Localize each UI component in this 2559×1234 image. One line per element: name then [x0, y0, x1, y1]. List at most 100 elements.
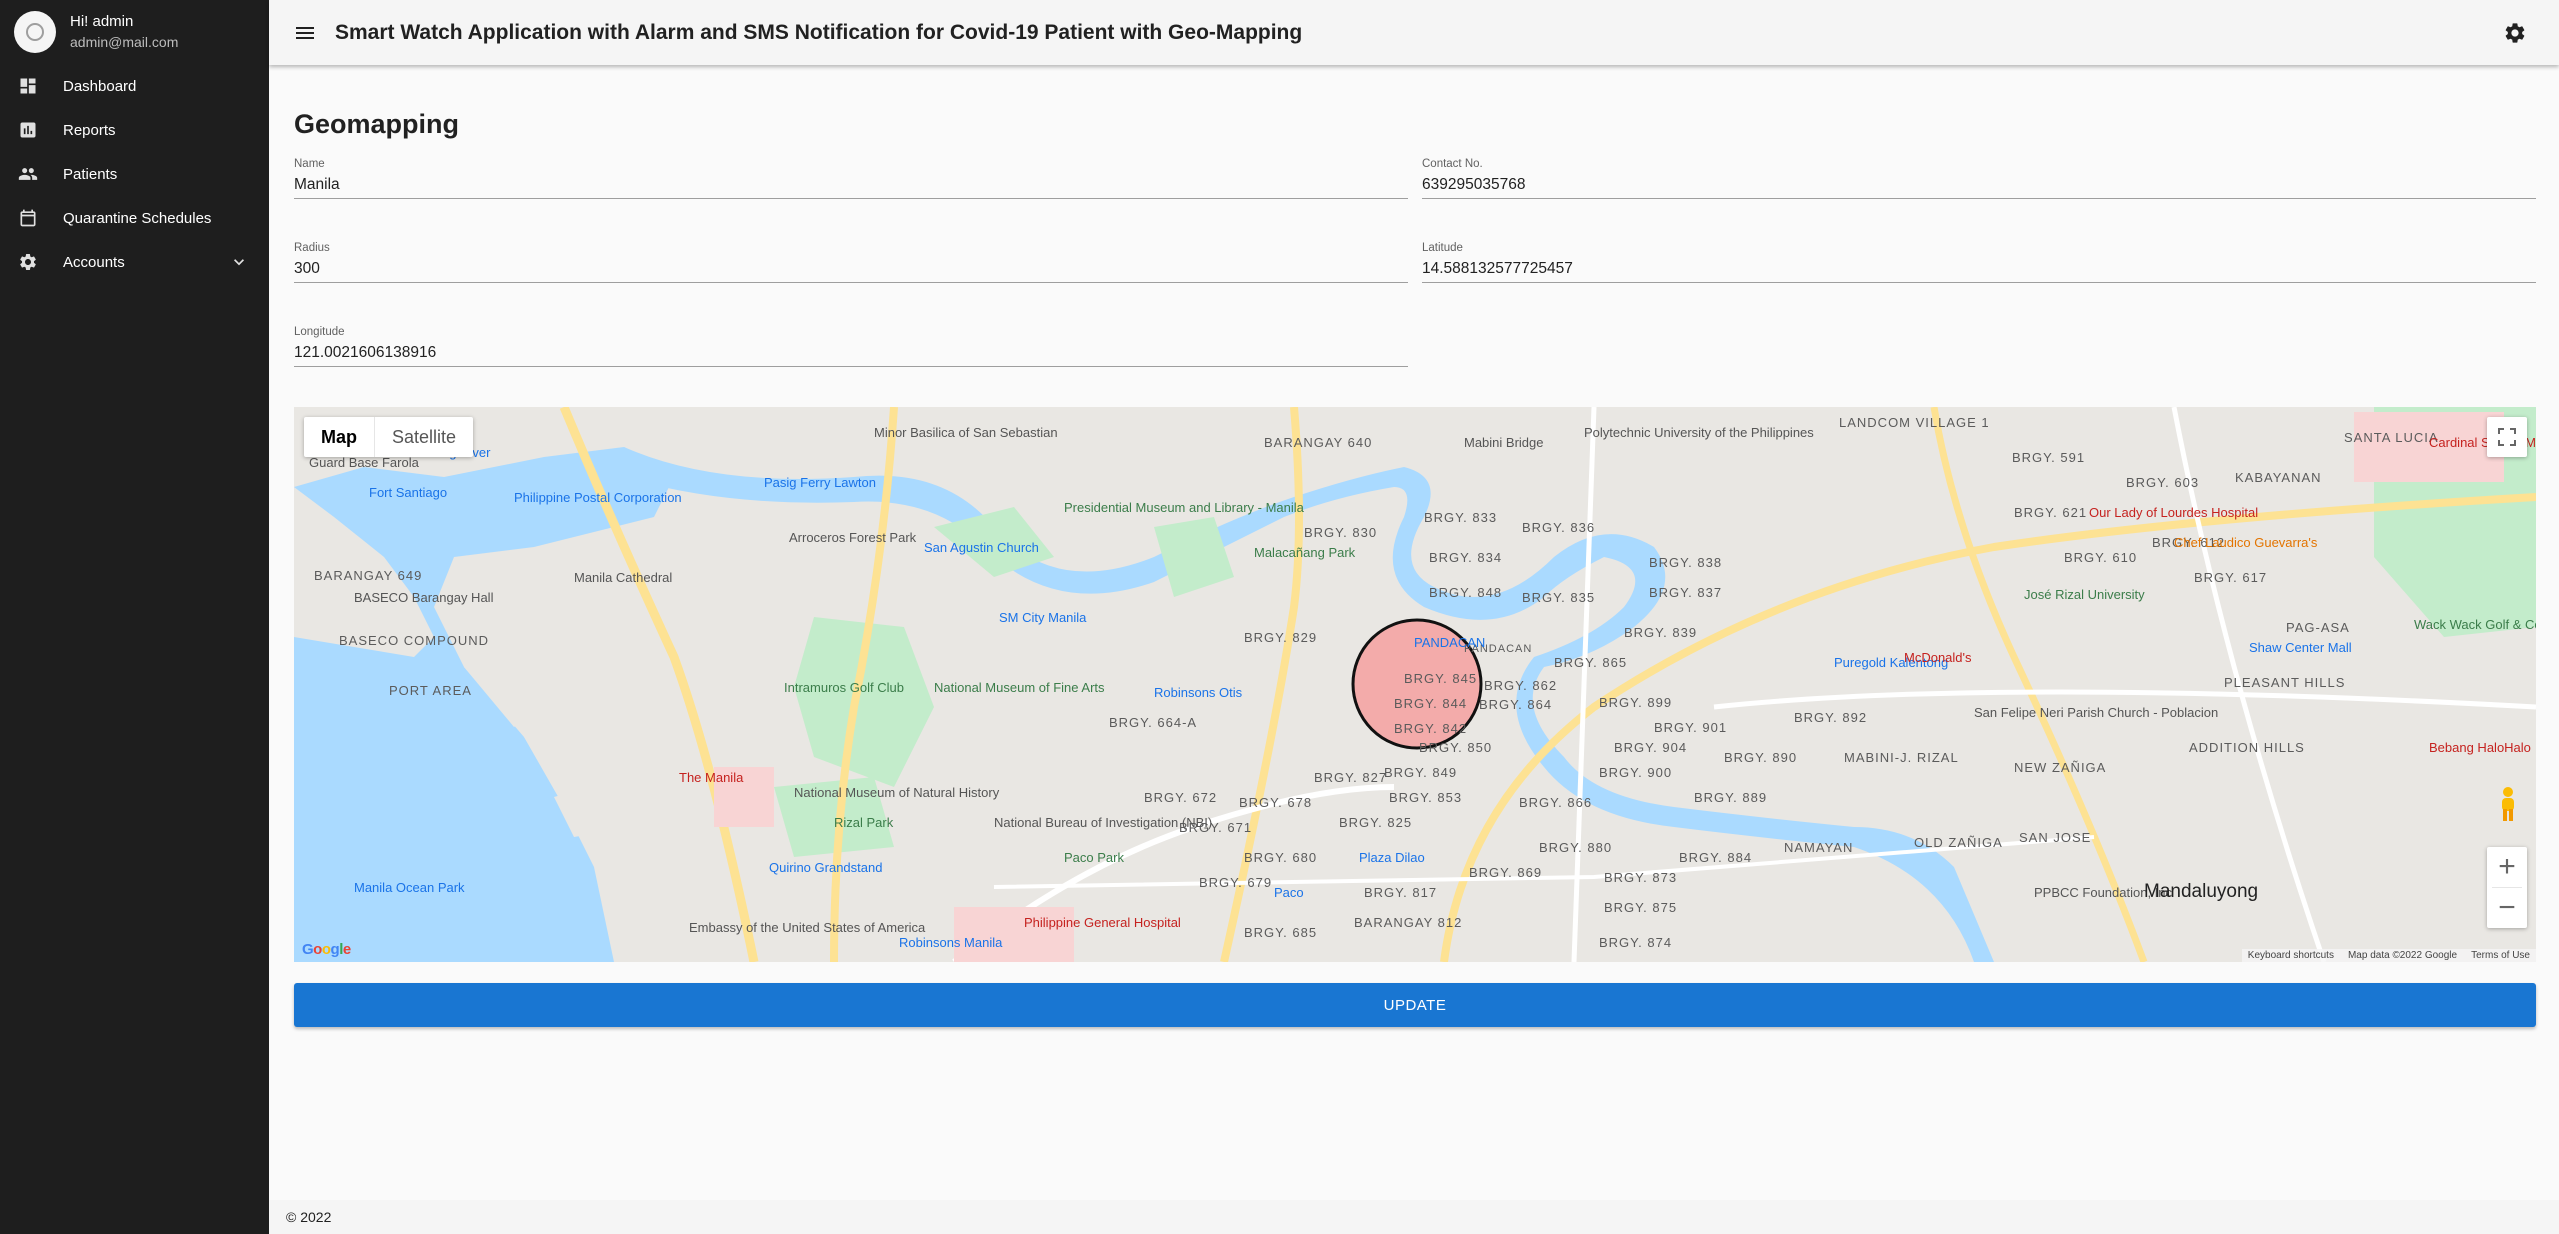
- map-label: BRGY. 844: [1394, 696, 1467, 711]
- map-label: Malacañang Park: [1254, 545, 1356, 560]
- map-label: The Manila: [679, 770, 744, 785]
- zoom-in-button[interactable]: +: [2487, 847, 2527, 887]
- update-button[interactable]: UPDATE: [294, 983, 2536, 1027]
- app-header: Smart Watch Application with Alarm and S…: [269, 0, 2559, 65]
- map-label: BRGY. 617: [2194, 570, 2267, 585]
- map-label: BRGY. 884: [1679, 850, 1752, 865]
- sidebar-item-accounts[interactable]: Accounts: [0, 240, 269, 284]
- map-label: KABAYANAN: [2235, 470, 2322, 485]
- fullscreen-icon: [2498, 428, 2516, 446]
- map-label: NAMAYAN: [1784, 840, 1853, 855]
- map-type-map-button[interactable]: Map: [304, 417, 375, 457]
- map-label: BRGY. 875: [1604, 900, 1677, 915]
- map-label: BRGY. 829: [1244, 630, 1317, 645]
- app-title: Smart Watch Application with Alarm and S…: [335, 20, 1303, 44]
- map-label: Paco: [1274, 885, 1304, 900]
- map-label: BRGY. 866: [1519, 795, 1592, 810]
- map-label: Pasig Ferry Lawton: [764, 475, 876, 490]
- latitude-field[interactable]: Latitude 14.588132577725457: [1422, 241, 2536, 283]
- map-label: BRGY. 874: [1599, 935, 1672, 950]
- calendar-icon: [20, 209, 36, 227]
- longitude-label: Longitude: [294, 326, 345, 338]
- map-label: National Museum of Fine Arts: [934, 680, 1105, 695]
- longitude-field[interactable]: Longitude 121.0021606138916: [294, 325, 1408, 367]
- terms-link[interactable]: Terms of Use: [2471, 950, 2530, 961]
- contact-field[interactable]: Contact No. 639295035768: [1422, 157, 2536, 199]
- map-label: BRGY. 837: [1649, 585, 1722, 600]
- user-profile[interactable]: Hi! admin admin@mail.com: [0, 0, 269, 64]
- map-label: Wack Wack Golf & Country Club: [2414, 617, 2536, 632]
- map-label: LANDCOM VILLAGE 1: [1839, 415, 1990, 430]
- map-label: BRGY. 833: [1424, 510, 1497, 525]
- map-label: BRGY. 834: [1429, 550, 1502, 565]
- map-data-text: Map data ©2022 Google: [2347, 950, 2458, 961]
- contact-label: Contact No.: [1422, 158, 1483, 170]
- map-label: Mabini Bridge: [1464, 435, 1544, 450]
- latitude-input[interactable]: 14.588132577725457: [1422, 258, 2536, 280]
- map-label: BASECO COMPOUND: [339, 633, 489, 648]
- bar-chart-icon: [20, 122, 36, 138]
- map-label: SANTA LUCIA: [2344, 430, 2439, 445]
- map-label: Presidential Museum and Library - Manila: [1064, 500, 1305, 515]
- sidebar-item-label: Quarantine Schedules: [63, 209, 212, 227]
- name-field[interactable]: Name Manila: [294, 157, 1408, 199]
- map-label: BRGY. 835: [1522, 590, 1595, 605]
- sidebar-item-quarantine-schedules[interactable]: Quarantine Schedules: [0, 196, 269, 240]
- fullscreen-button[interactable]: [2487, 417, 2527, 457]
- longitude-input[interactable]: 121.0021606138916: [294, 342, 1408, 364]
- main-content: Geomapping Name Manila Contact No. 63929…: [269, 65, 2559, 1200]
- map-label: Chef Laudico Guevarra's: [2174, 535, 2318, 550]
- map-label: BRGY. 672: [1144, 790, 1217, 805]
- geomap[interactable]: BARANGAY 649 BASECO COMPOUND PORT AREA B…: [294, 407, 2536, 962]
- map-label: BRGY. 845: [1404, 671, 1477, 686]
- map-label: PANDACAN: [1414, 635, 1485, 650]
- sidebar-item-patients[interactable]: Patients: [0, 152, 269, 196]
- map-label: BRGY. 680: [1244, 850, 1317, 865]
- keyboard-shortcuts-link[interactable]: Keyboard shortcuts: [2248, 950, 2334, 961]
- map-label: Intramuros Golf Club: [784, 680, 904, 695]
- map-label: BRGY. 842: [1394, 721, 1467, 736]
- sidebar-item-reports[interactable]: Reports: [0, 108, 269, 152]
- name-input[interactable]: Manila: [294, 174, 1408, 196]
- map-label: BRGY. 685: [1244, 925, 1317, 940]
- sidebar-item-label: Patients: [63, 165, 118, 183]
- copyright-text: © 2022: [286, 1209, 332, 1225]
- settings-icon[interactable]: [2503, 21, 2527, 45]
- contact-input[interactable]: 639295035768: [1422, 174, 2536, 196]
- map-type-satellite-button[interactable]: Satellite: [375, 417, 473, 457]
- map-label: Shaw Center Mall: [2249, 640, 2352, 655]
- map-label: ADDITION HILLS: [2189, 740, 2305, 755]
- map-label: Fort Santiago: [369, 485, 447, 500]
- sidebar-item-dashboard[interactable]: Dashboard: [0, 64, 269, 108]
- menu-icon[interactable]: [293, 21, 317, 45]
- map-label: BRGY. 899: [1599, 695, 1672, 710]
- zoom-out-button[interactable]: −: [2487, 888, 2527, 928]
- map-label: BRGY. 904: [1614, 740, 1687, 755]
- dashboard-icon: [20, 78, 36, 94]
- people-icon: [18, 168, 38, 180]
- map-label: Manila Ocean Park: [354, 880, 465, 895]
- radius-input[interactable]: 300: [294, 258, 1408, 280]
- sidebar: Hi! admin admin@mail.com Dashboard Repor…: [0, 0, 269, 1234]
- map-label: BARANGAY 640: [1264, 435, 1372, 450]
- radius-field[interactable]: Radius 300: [294, 241, 1408, 283]
- map-label: BRGY. 873: [1604, 870, 1677, 885]
- chevron-down-icon[interactable]: [229, 252, 249, 272]
- sidebar-item-label: Reports: [63, 121, 116, 139]
- map-canvas[interactable]: BARANGAY 649 BASECO COMPOUND PORT AREA B…: [294, 407, 2536, 962]
- map-label: Plaza Dilao: [1359, 850, 1425, 865]
- map-label: BARANGAY 812: [1354, 915, 1462, 930]
- map-label: NEW ZAÑIGA: [2014, 760, 2106, 775]
- map-label: BRGY. 825: [1339, 815, 1412, 830]
- map-label: BRGY. 889: [1694, 790, 1767, 805]
- map-label: MABINI-J. RIZAL: [1844, 750, 1959, 765]
- map-label: OLD ZAÑIGA: [1914, 835, 2003, 850]
- latitude-label: Latitude: [1422, 242, 1463, 254]
- map-attribution: Keyboard shortcuts Map data ©2022 Google…: [2241, 949, 2536, 962]
- map-label: Robinsons Otis: [1154, 685, 1243, 700]
- page-title: Geomapping: [294, 109, 460, 139]
- pegman-icon[interactable]: [2499, 787, 2517, 821]
- map-label: Philippine General Hospital: [1024, 915, 1181, 930]
- map-label: BRGY. 839: [1624, 625, 1697, 640]
- map-label: BRGY. 591: [2012, 450, 2085, 465]
